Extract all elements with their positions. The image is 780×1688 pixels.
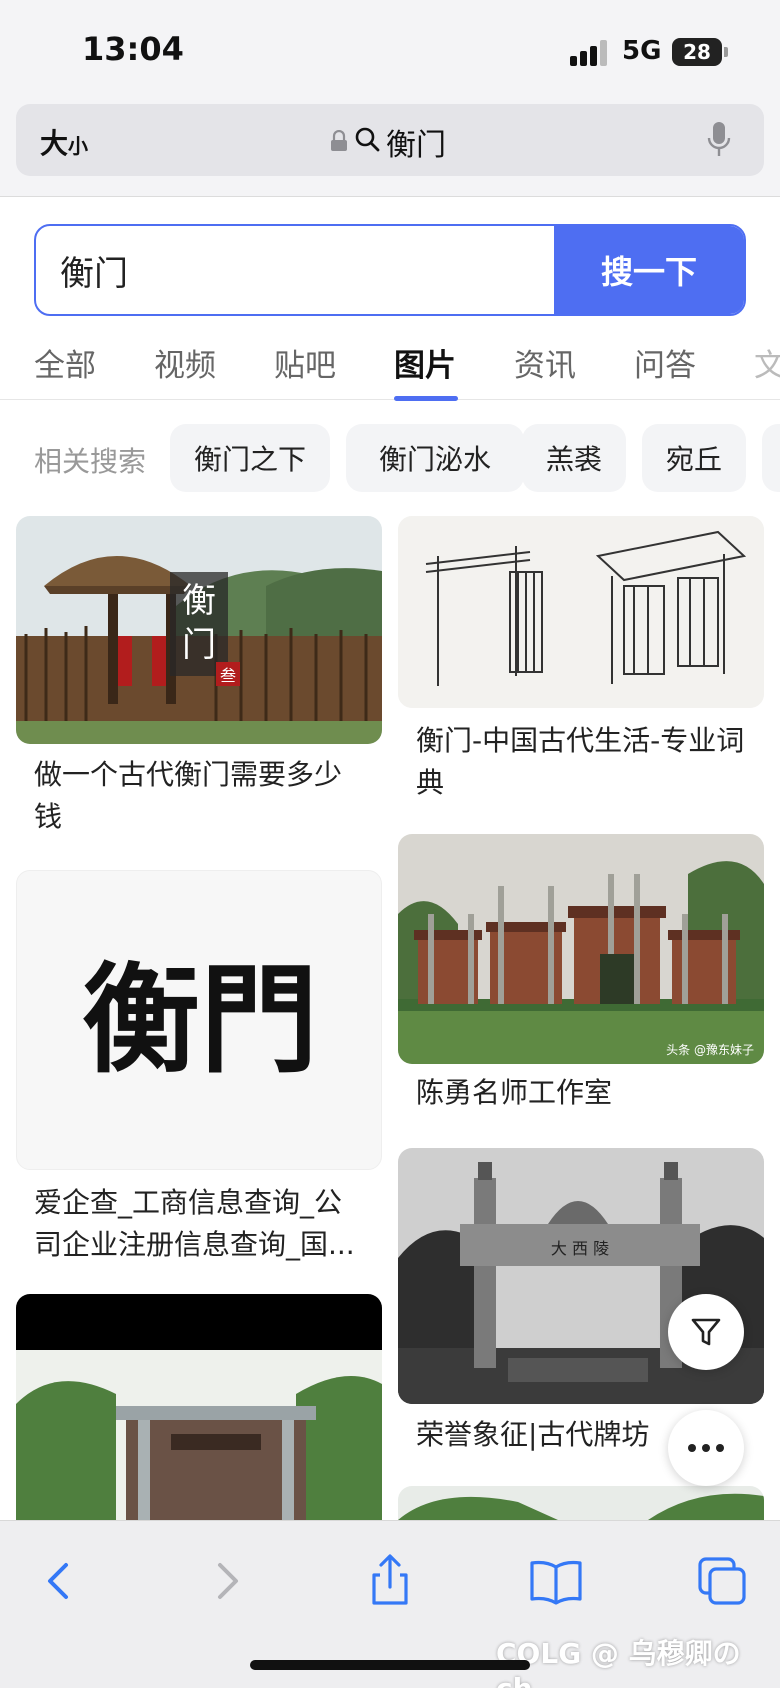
result-card[interactable]: 衡 门 叁 做一个古代衡门需要多少 钱	[16, 516, 382, 836]
address-text: 衡门	[386, 128, 446, 163]
result-title-line: 典	[416, 766, 445, 799]
battery-nub	[724, 47, 728, 57]
result-card[interactable]	[16, 1294, 382, 1534]
search-tabs: 全部 视频 贴吧 图片 资讯 问答 文	[0, 330, 780, 401]
result-image[interactable]: 衡 门 叁	[16, 516, 382, 744]
related-chip[interactable]: 宛丘	[642, 424, 746, 492]
result-title[interactable]: 陈勇名师工作室	[416, 1072, 756, 1114]
result-title[interactable]: 爱企查_工商信息查询_公 司企业注册信息查询_国...	[34, 1182, 374, 1266]
page: 13:04 5G 28 大小 衡门 衡门 搜一下 全部 视频 贴吧 图片 资讯 …	[0, 0, 780, 1688]
back-icon[interactable]	[30, 1551, 90, 1611]
status-time: 13:04	[82, 30, 184, 68]
battery-icon: 28	[672, 38, 722, 66]
calligraphy-text: 衡門	[82, 950, 318, 1089]
home-indicator	[250, 1660, 530, 1670]
seal-char: 叁	[220, 666, 236, 685]
result-card[interactable]: 大 西 陵 荣誉象征|古代牌坊	[398, 1148, 764, 1451]
search-input[interactable]	[36, 226, 554, 314]
result-title-line: 衡门-中国古代生活-专业词	[416, 724, 745, 757]
tab-video[interactable]: 视频	[154, 340, 216, 385]
tabs-icon[interactable]	[692, 1551, 752, 1611]
forward-icon[interactable]	[196, 1551, 256, 1611]
tab-qa[interactable]: 问答	[634, 340, 696, 385]
tab-images[interactable]: 图片	[394, 340, 456, 385]
filter-icon	[691, 1318, 721, 1346]
result-card[interactable]: 头条 @豫东妹子 陈勇名师工作室	[398, 834, 764, 1114]
result-image[interactable]	[398, 516, 764, 708]
result-title-line: 司企业注册信息查询_国...	[34, 1228, 355, 1261]
lock-icon	[331, 130, 347, 151]
result-image[interactable]	[398, 1486, 764, 1520]
search-icon	[355, 127, 380, 152]
image-credit: 头条 @豫东妹子	[666, 1043, 754, 1057]
filter-button[interactable]	[668, 1294, 744, 1370]
status-bar: 13:04 5G 28	[0, 0, 780, 100]
related-chip[interactable]: 衡门泌水	[346, 424, 524, 492]
result-title-line: 做一个古代衡门需要多少	[34, 758, 343, 791]
share-icon[interactable]	[360, 1551, 420, 1611]
result-title[interactable]: 衡门-中国古代生活-专业词 典	[416, 720, 756, 804]
search-button[interactable]: 搜一下	[554, 226, 744, 314]
text-size-big: 大	[40, 127, 69, 160]
related-label: 相关搜索	[34, 445, 147, 478]
network-type: 5G	[622, 36, 662, 66]
bookmarks-icon[interactable]	[526, 1551, 586, 1611]
battery-level: 28	[683, 40, 711, 64]
result-title-line: 陈勇名师工作室	[416, 1076, 613, 1109]
text-size-button[interactable]: 大小	[40, 122, 88, 162]
result-image[interactable]: 头条 @豫东妹子	[398, 834, 764, 1064]
related-chip-overflow[interactable]	[762, 424, 780, 492]
overlay-char-1: 衡	[182, 581, 216, 621]
signal-icon	[570, 40, 610, 66]
watermark: COLG @ 乌穆卿の ch	[496, 1637, 741, 1688]
search-box: 搜一下	[34, 224, 746, 316]
result-title[interactable]: 做一个古代衡门需要多少 钱	[34, 754, 374, 838]
browser-header: 大小 衡门	[0, 100, 780, 197]
related-chip[interactable]: 羔裘	[522, 424, 626, 492]
result-card[interactable]: 衡門 爱企查_工商信息查询_公 司企业注册信息查询_国...	[16, 870, 382, 1270]
overlay-char-2: 门	[182, 625, 216, 665]
microphone-icon[interactable]	[706, 120, 732, 160]
plaque-text: 大 西 陵	[551, 1239, 609, 1258]
result-image[interactable]	[16, 1294, 382, 1534]
tab-tieba[interactable]: 贴吧	[274, 340, 336, 385]
text-size-small: 小	[68, 134, 89, 158]
result-title-line: 爱企查_工商信息查询_公	[34, 1186, 343, 1219]
more-icon	[688, 1444, 724, 1452]
tab-all[interactable]: 全部	[34, 340, 96, 385]
address-bar[interactable]: 大小 衡门	[16, 104, 764, 176]
related-chip[interactable]: 衡门之下	[170, 424, 330, 492]
more-button[interactable]	[668, 1410, 744, 1486]
result-title-line: 钱	[34, 800, 63, 833]
active-tab-indicator	[394, 396, 458, 401]
tab-literature[interactable]: 文	[754, 340, 780, 385]
tab-news[interactable]: 资讯	[514, 340, 576, 385]
result-card[interactable]: 衡门-中国古代生活-专业词 典	[398, 516, 764, 806]
related-searches: 相关搜索 衡门之下 衡门泌水 羔裘 宛丘	[0, 420, 780, 496]
result-card[interactable]	[398, 1486, 764, 1520]
result-image[interactable]: 衡門	[16, 870, 382, 1170]
